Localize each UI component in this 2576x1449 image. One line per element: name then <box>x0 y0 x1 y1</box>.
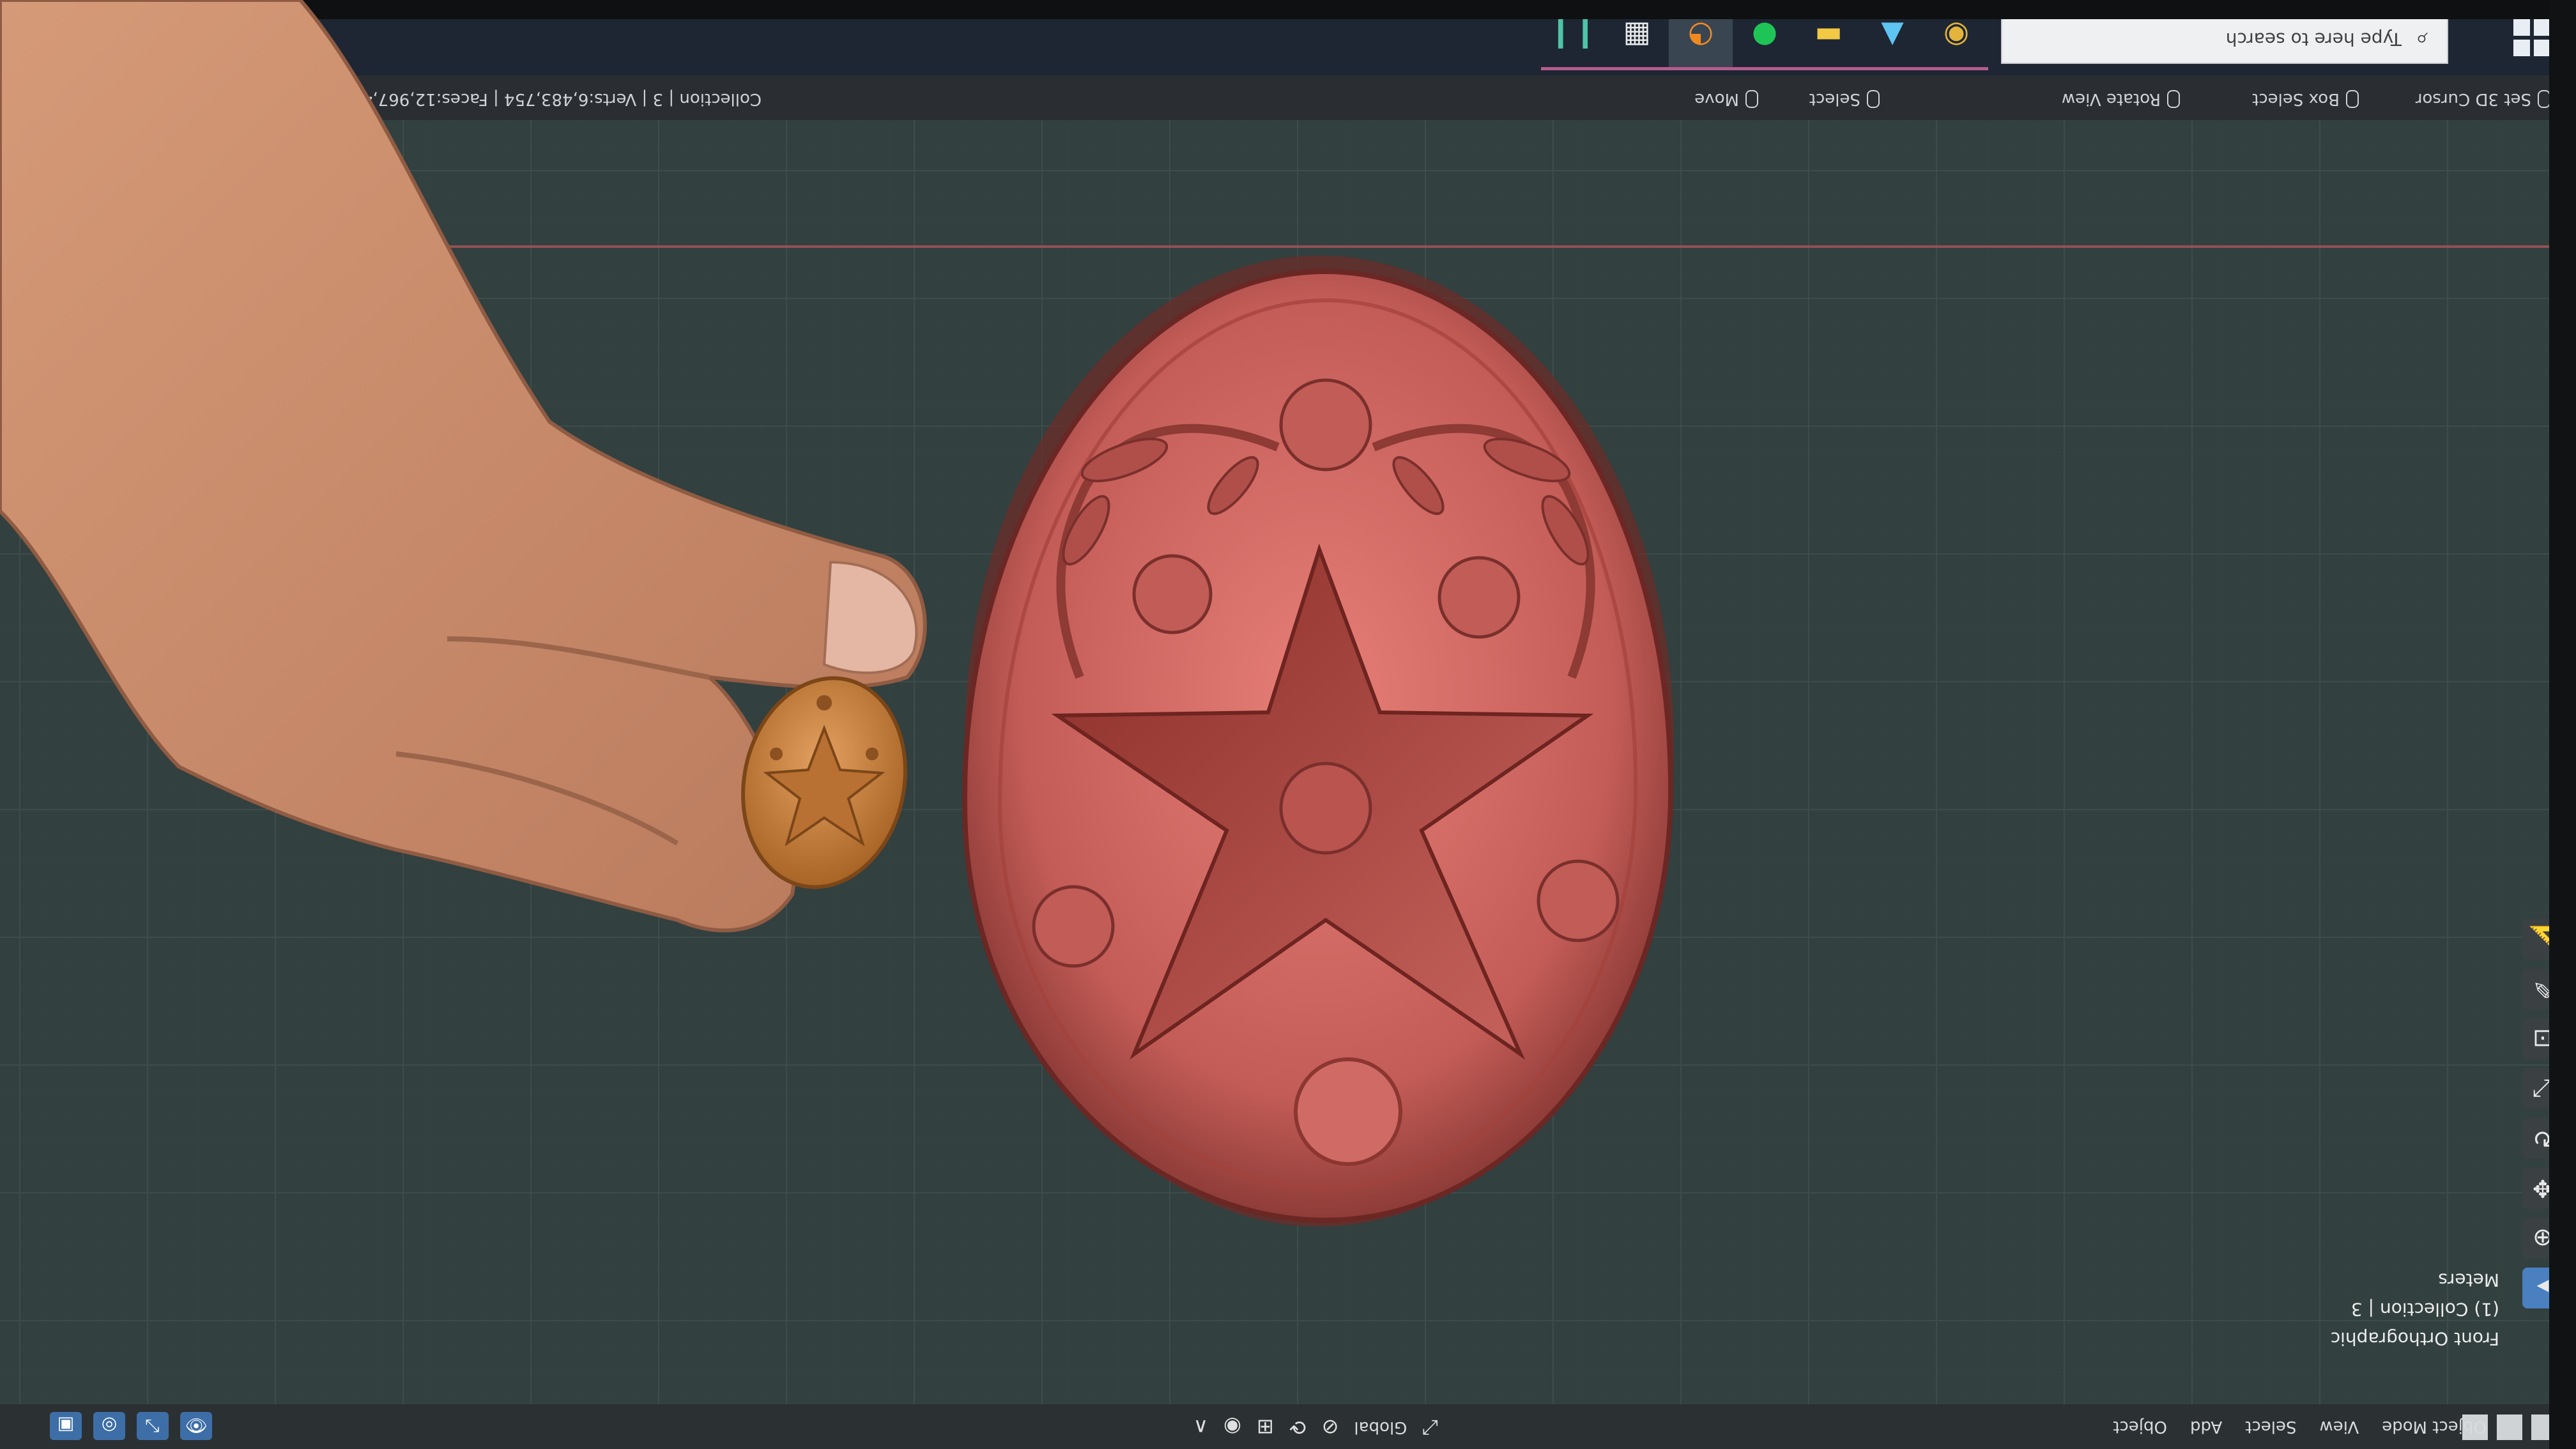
x-axis-line <box>0 245 2576 248</box>
taskbar-apps: ◉ ▲ ▬ ● ◔ ▦ ❙❙ <box>1541 6 1988 70</box>
gizmo-icon[interactable]: ⤡ <box>137 1412 169 1440</box>
3d-viewport[interactable] <box>0 0 2576 1449</box>
hint-set-3d-cursor: Set 3D Cursor <box>2416 89 2550 109</box>
falloff-icon[interactable]: ∧ <box>1193 1416 1208 1440</box>
scale-tool-icon[interactable]: ⤢ <box>2522 1068 2563 1109</box>
snap-icon[interactable]: ⟳ <box>1289 1416 1307 1440</box>
viewport-overlay-text: Front Orthographic (1) Collection | 3 Me… <box>2331 1265 2499 1353</box>
transform-tool-icon[interactable]: ⊡ <box>2522 1018 2563 1059</box>
mode-dropdown[interactable]: Object Mode <box>2382 1417 2487 1436</box>
menu-add[interactable]: Add <box>2190 1417 2222 1436</box>
toolbar: ▸ ⊕ ✥ ↻ ⤢ ⊡ ✎ 📐 <box>2518 910 2563 1308</box>
search-placeholder: Type here to search <box>2225 29 2402 50</box>
blender-icon[interactable]: ◔ <box>1669 6 1733 70</box>
calculator-icon[interactable]: ▦ <box>1605 6 1669 70</box>
mouse-icon <box>2346 90 2359 108</box>
status-bar: Set 3D Cursor Box Select Rotate View Sel… <box>0 75 2576 120</box>
hint-select: Select <box>1809 89 1880 109</box>
hint-rotate-view: Rotate View <box>2062 89 2180 109</box>
scene-statistics: Collection | 3 | Verts:6,483,754 | Faces… <box>291 89 762 109</box>
snap-target-icon[interactable]: ⊞ <box>1257 1416 1274 1440</box>
hint-box-select: Box Select <box>2252 89 2359 109</box>
orientation-dropdown[interactable]: Global <box>1354 1418 1407 1438</box>
file-explorer-icon[interactable]: ▬ <box>1797 6 1860 70</box>
menu-view[interactable]: View <box>2320 1417 2359 1436</box>
hint-move: Move <box>1694 89 1758 109</box>
transform-controls: ⤢ Global ⊘ ⟳ ⊞ ◉ ∧ <box>1193 1415 1439 1441</box>
viewport-shading-icons: 👁 ⤡ ◎ ▣ <box>50 1412 212 1440</box>
layout-icon-1[interactable] <box>2531 1414 2557 1440</box>
header-menu: Object Mode View Select Add Object <box>2113 1417 2487 1436</box>
proportional-edit-icon[interactable]: ◉ <box>1223 1416 1241 1440</box>
visibility-icon[interactable]: 👁 <box>180 1412 212 1440</box>
viewport-header: Object Mode View Select Add Object ⤢ Glo… <box>0 1404 2576 1449</box>
collection-label: (1) Collection | 3 <box>2350 1299 2499 1320</box>
menu-select[interactable]: Select <box>2245 1417 2296 1436</box>
layout-icon-2[interactable] <box>2497 1414 2522 1440</box>
search-icon: ⌕ <box>2415 27 2428 52</box>
measure-tool-icon[interactable]: 📐 <box>2522 919 2563 960</box>
select-tool-icon[interactable]: ▸ <box>2522 1268 2563 1308</box>
rotate-tool-icon[interactable]: ↻ <box>2522 1118 2563 1159</box>
orientation-icon[interactable]: ⤢ <box>1422 1415 1439 1440</box>
menu-object[interactable]: Object <box>2113 1417 2167 1436</box>
mouse-icon <box>2538 90 2550 108</box>
photos-icon[interactable]: ▲ <box>1860 6 1924 70</box>
chrome-icon[interactable]: ◉ <box>1924 6 1988 70</box>
annotate-tool-icon[interactable]: ✎ <box>2522 969 2563 1009</box>
mouse-icon <box>2167 90 2180 108</box>
mouse-icon <box>1867 90 1880 108</box>
cursor-tool-icon[interactable]: ⊕ <box>2522 1218 2563 1259</box>
line-chat-icon[interactable]: ● <box>1733 6 1797 70</box>
xray-icon[interactable]: ▣ <box>50 1412 82 1440</box>
pivot-icon[interactable]: ⊘ <box>1322 1416 1339 1440</box>
move-tool-icon[interactable]: ✥ <box>2522 1168 2563 1209</box>
audio-app-icon[interactable]: ❙❙ <box>1541 6 1605 70</box>
windows-start-icon[interactable] <box>2512 18 2550 56</box>
blender-screen: Object Mode View Select Add Object ⤢ Glo… <box>0 0 2576 1449</box>
overlay-icon[interactable]: ◎ <box>93 1412 125 1440</box>
mouse-icon <box>1745 90 1758 108</box>
taskbar-search-input[interactable]: ⌕ Type here to search <box>2001 15 2448 64</box>
windows-taskbar: ⌕ Type here to search ◉ ▲ ▬ ● ◔ ▦ ❙❙ <box>0 0 2576 75</box>
view-name: Front Orthographic <box>2330 1328 2499 1349</box>
units-label: Meters <box>2438 1269 2499 1291</box>
